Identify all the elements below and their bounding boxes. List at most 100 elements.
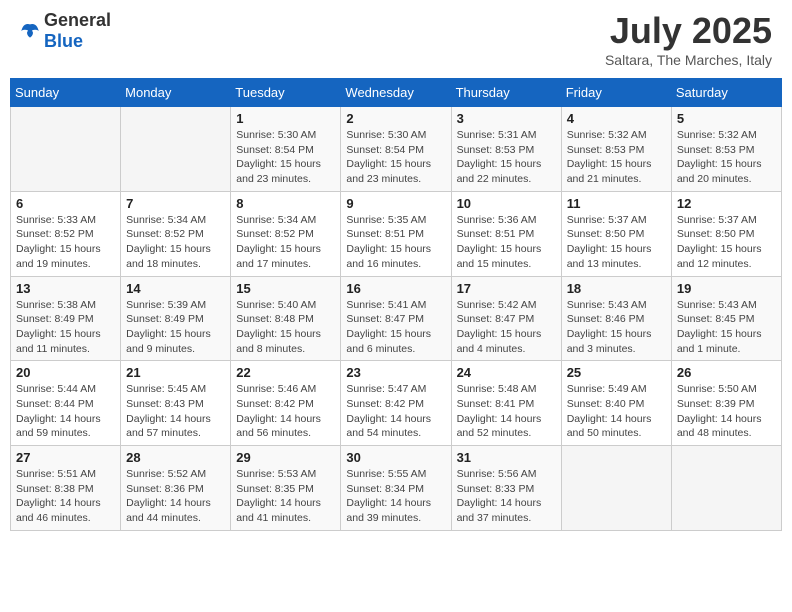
- day-number: 5: [677, 111, 776, 126]
- calendar-cell: 14 Sunrise: 5:39 AM Sunset: 8:49 PM Dayli…: [121, 276, 231, 361]
- day-info: Sunrise: 5:34 AM Sunset: 8:52 PM Dayligh…: [126, 213, 225, 272]
- day-number: 8: [236, 196, 335, 211]
- weekday-header-saturday: Saturday: [671, 79, 781, 107]
- calendar-cell: 24 Sunrise: 5:48 AM Sunset: 8:41 PM Dayli…: [451, 361, 561, 446]
- day-info: Sunrise: 5:41 AM Sunset: 8:47 PM Dayligh…: [346, 298, 445, 357]
- calendar-cell: 16 Sunrise: 5:41 AM Sunset: 8:47 PM Dayli…: [341, 276, 451, 361]
- day-number: 11: [567, 196, 666, 211]
- week-row-2: 13 Sunrise: 5:38 AM Sunset: 8:49 PM Dayli…: [11, 276, 782, 361]
- day-number: 16: [346, 281, 445, 296]
- calendar-cell: 27Sunrise: 5:51 AM Sunset: 8:38 PM Dayli…: [11, 446, 121, 531]
- day-number: 27: [16, 450, 115, 465]
- day-info: Sunrise: 5:53 AM Sunset: 8:35 PM Dayligh…: [236, 467, 335, 526]
- day-info: Sunrise: 5:50 AM Sunset: 8:39 PM Dayligh…: [677, 382, 776, 441]
- day-info: Sunrise: 5:45 AM Sunset: 8:43 PM Dayligh…: [126, 382, 225, 441]
- location: Saltara, The Marches, Italy: [605, 52, 772, 68]
- calendar-table: SundayMondayTuesdayWednesdayThursdayFrid…: [10, 78, 782, 531]
- day-number: 22: [236, 365, 335, 380]
- day-info: Sunrise: 5:52 AM Sunset: 8:36 PM Dayligh…: [126, 467, 225, 526]
- week-row-3: 20 Sunrise: 5:44 AM Sunset: 8:44 PM Dayli…: [11, 361, 782, 446]
- calendar-cell: 9 Sunrise: 5:35 AM Sunset: 8:51 PM Daylig…: [341, 191, 451, 276]
- calendar-cell: 19Sunrise: 5:43 AM Sunset: 8:45 PM Dayli…: [671, 276, 781, 361]
- calendar-cell: 20 Sunrise: 5:44 AM Sunset: 8:44 PM Dayli…: [11, 361, 121, 446]
- calendar-cell: 12Sunrise: 5:37 AM Sunset: 8:50 PM Dayli…: [671, 191, 781, 276]
- weekday-header-wednesday: Wednesday: [341, 79, 451, 107]
- day-number: 6: [16, 196, 115, 211]
- week-row-1: 6 Sunrise: 5:33 AM Sunset: 8:52 PM Daylig…: [11, 191, 782, 276]
- day-info: Sunrise: 5:30 AM Sunset: 8:54 PM Dayligh…: [236, 128, 335, 187]
- day-number: 1: [236, 111, 335, 126]
- page-header: General Blue July 2025 Saltara, The Marc…: [10, 10, 782, 68]
- calendar-cell: 23Sunrise: 5:47 AM Sunset: 8:42 PM Dayli…: [341, 361, 451, 446]
- day-number: 24: [457, 365, 556, 380]
- day-info: Sunrise: 5:42 AM Sunset: 8:47 PM Dayligh…: [457, 298, 556, 357]
- calendar-cell: 1 Sunrise: 5:30 AM Sunset: 8:54 PM Daylig…: [231, 107, 341, 192]
- calendar-cell: 21 Sunrise: 5:45 AM Sunset: 8:43 PM Dayli…: [121, 361, 231, 446]
- calendar-cell: [671, 446, 781, 531]
- day-info: Sunrise: 5:44 AM Sunset: 8:44 PM Dayligh…: [16, 382, 115, 441]
- logo-icon: [20, 21, 40, 41]
- calendar-body: 1 Sunrise: 5:30 AM Sunset: 8:54 PM Daylig…: [11, 107, 782, 531]
- day-number: 9: [346, 196, 445, 211]
- weekday-header-friday: Friday: [561, 79, 671, 107]
- calendar-cell: 5 Sunrise: 5:32 AM Sunset: 8:53 PM Daylig…: [671, 107, 781, 192]
- day-number: 19: [677, 281, 776, 296]
- day-info: Sunrise: 5:32 AM Sunset: 8:53 PM Dayligh…: [677, 128, 776, 187]
- day-number: 28: [126, 450, 225, 465]
- day-number: 4: [567, 111, 666, 126]
- day-number: 2: [346, 111, 445, 126]
- day-info: Sunrise: 5:43 AM Sunset: 8:46 PM Dayligh…: [567, 298, 666, 357]
- day-info: Sunrise: 5:38 AM Sunset: 8:49 PM Dayligh…: [16, 298, 115, 357]
- month-year: July 2025: [605, 10, 772, 52]
- day-number: 30: [346, 450, 445, 465]
- day-number: 14: [126, 281, 225, 296]
- day-number: 3: [457, 111, 556, 126]
- calendar-cell: 29 Sunrise: 5:53 AM Sunset: 8:35 PM Dayli…: [231, 446, 341, 531]
- title-block: July 2025 Saltara, The Marches, Italy: [605, 10, 772, 68]
- calendar-cell: 18 Sunrise: 5:43 AM Sunset: 8:46 PM Dayli…: [561, 276, 671, 361]
- calendar-cell: 26Sunrise: 5:50 AM Sunset: 8:39 PM Dayli…: [671, 361, 781, 446]
- day-info: Sunrise: 5:34 AM Sunset: 8:52 PM Dayligh…: [236, 213, 335, 272]
- day-info: Sunrise: 5:33 AM Sunset: 8:52 PM Dayligh…: [16, 213, 115, 272]
- logo-blue: Blue: [44, 31, 83, 51]
- day-info: Sunrise: 5:35 AM Sunset: 8:51 PM Dayligh…: [346, 213, 445, 272]
- calendar-cell: 30 Sunrise: 5:55 AM Sunset: 8:34 PM Dayli…: [341, 446, 451, 531]
- day-number: 13: [16, 281, 115, 296]
- day-number: 7: [126, 196, 225, 211]
- day-info: Sunrise: 5:40 AM Sunset: 8:48 PM Dayligh…: [236, 298, 335, 357]
- day-info: Sunrise: 5:37 AM Sunset: 8:50 PM Dayligh…: [677, 213, 776, 272]
- day-info: Sunrise: 5:55 AM Sunset: 8:34 PM Dayligh…: [346, 467, 445, 526]
- day-info: Sunrise: 5:49 AM Sunset: 8:40 PM Dayligh…: [567, 382, 666, 441]
- calendar-cell: 22 Sunrise: 5:46 AM Sunset: 8:42 PM Dayli…: [231, 361, 341, 446]
- day-info: Sunrise: 5:56 AM Sunset: 8:33 PM Dayligh…: [457, 467, 556, 526]
- day-number: 29: [236, 450, 335, 465]
- day-info: Sunrise: 5:48 AM Sunset: 8:41 PM Dayligh…: [457, 382, 556, 441]
- calendar-cell: 2 Sunrise: 5:30 AM Sunset: 8:54 PM Daylig…: [341, 107, 451, 192]
- week-row-4: 27Sunrise: 5:51 AM Sunset: 8:38 PM Dayli…: [11, 446, 782, 531]
- calendar-cell: 11 Sunrise: 5:37 AM Sunset: 8:50 PM Dayli…: [561, 191, 671, 276]
- calendar-cell: 3 Sunrise: 5:31 AM Sunset: 8:53 PM Daylig…: [451, 107, 561, 192]
- day-info: Sunrise: 5:36 AM Sunset: 8:51 PM Dayligh…: [457, 213, 556, 272]
- weekday-header-monday: Monday: [121, 79, 231, 107]
- logo-general: General: [44, 10, 111, 30]
- day-info: Sunrise: 5:31 AM Sunset: 8:53 PM Dayligh…: [457, 128, 556, 187]
- calendar-cell: 10Sunrise: 5:36 AM Sunset: 8:51 PM Dayli…: [451, 191, 561, 276]
- day-number: 23: [346, 365, 445, 380]
- calendar-cell: 28 Sunrise: 5:52 AM Sunset: 8:36 PM Dayli…: [121, 446, 231, 531]
- day-number: 18: [567, 281, 666, 296]
- day-number: 21: [126, 365, 225, 380]
- day-number: 15: [236, 281, 335, 296]
- day-info: Sunrise: 5:39 AM Sunset: 8:49 PM Dayligh…: [126, 298, 225, 357]
- day-info: Sunrise: 5:37 AM Sunset: 8:50 PM Dayligh…: [567, 213, 666, 272]
- calendar-cell: [561, 446, 671, 531]
- day-info: Sunrise: 5:32 AM Sunset: 8:53 PM Dayligh…: [567, 128, 666, 187]
- weekday-header-row: SundayMondayTuesdayWednesdayThursdayFrid…: [11, 79, 782, 107]
- calendar-cell: 15 Sunrise: 5:40 AM Sunset: 8:48 PM Dayli…: [231, 276, 341, 361]
- weekday-header-thursday: Thursday: [451, 79, 561, 107]
- calendar-cell: 4 Sunrise: 5:32 AM Sunset: 8:53 PM Daylig…: [561, 107, 671, 192]
- calendar-cell: 13 Sunrise: 5:38 AM Sunset: 8:49 PM Dayli…: [11, 276, 121, 361]
- day-info: Sunrise: 5:46 AM Sunset: 8:42 PM Dayligh…: [236, 382, 335, 441]
- day-info: Sunrise: 5:30 AM Sunset: 8:54 PM Dayligh…: [346, 128, 445, 187]
- calendar-cell: 6 Sunrise: 5:33 AM Sunset: 8:52 PM Daylig…: [11, 191, 121, 276]
- day-number: 20: [16, 365, 115, 380]
